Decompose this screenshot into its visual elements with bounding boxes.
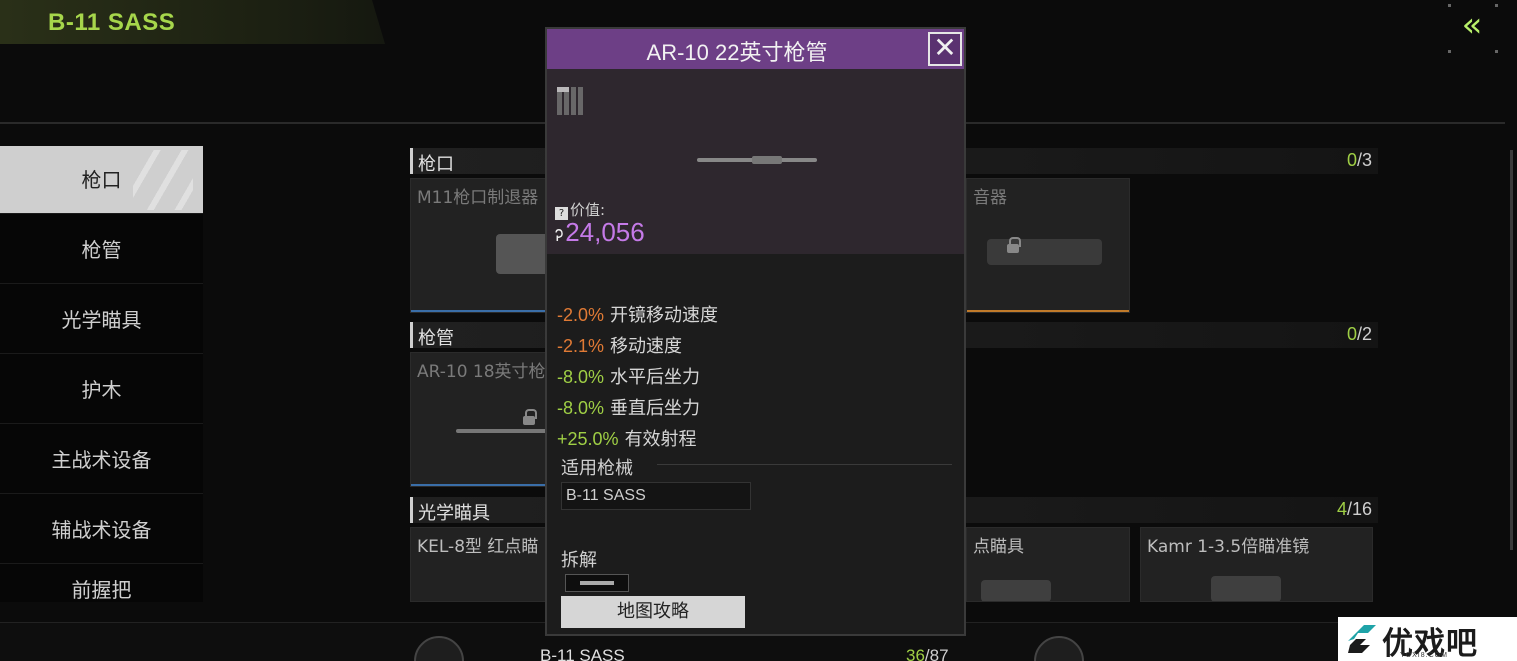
count-current: 0: [1346, 150, 1357, 170]
sidebar-item-label: 枪管: [81, 238, 122, 262]
stat-value: -2.0%: [557, 305, 605, 325]
section-title: 枪口: [418, 154, 454, 175]
stat-row: -2.1% 移动速度: [557, 332, 682, 358]
count-current: 0: [1346, 324, 1357, 344]
currency-icon: Ꭾ: [555, 228, 564, 245]
stat-row: -8.0% 水平后坐力: [557, 363, 700, 389]
rarity-bar: [411, 484, 549, 486]
map-guide-button[interactable]: 地图攻略: [561, 596, 745, 628]
applicable-label: 适用枪械: [561, 458, 633, 479]
section-marker: [410, 497, 413, 523]
scope-image: [1211, 576, 1281, 601]
sidebar-item-handguard[interactable]: 护木: [0, 356, 203, 424]
bottom-count: 36/87: [906, 646, 949, 661]
slot-name: M11枪口制退器: [417, 188, 539, 208]
slot-name: 音器: [973, 188, 1007, 208]
rarity-bar: [967, 310, 1129, 312]
modal-title: AR-10 22英寸枪管: [646, 40, 828, 65]
slot-card[interactable]: M11枪口制退器: [410, 178, 550, 313]
section-count: 0/2: [1347, 324, 1372, 345]
watermark-logo-icon: [1348, 625, 1376, 653]
count-total: /16: [1346, 499, 1372, 519]
slot-card[interactable]: 音器: [966, 178, 1130, 313]
item-detail-modal: AR-10 22英寸枪管 ✕ ? 价值: Ꭾ24,056 -2.0% 开镜移动速度 …: [545, 27, 966, 636]
collapse-button[interactable]: «: [1452, 8, 1492, 46]
stat-row: -8.0% 垂直后坐力: [557, 394, 700, 420]
lock-icon: [1007, 237, 1021, 253]
sidebar-item-label: 前握把: [71, 578, 132, 602]
count-total: /2: [1356, 324, 1372, 344]
slot-card[interactable]: KEL-8型 红点瞄: [410, 527, 550, 602]
section-title: 光学瞄具: [418, 503, 490, 524]
watermark: 优戏吧 YOXI8.COM: [1338, 617, 1517, 661]
applicable-weapon-tag[interactable]: B-11 SASS: [561, 482, 751, 510]
stat-name: 水平后坐力: [610, 367, 701, 388]
section-title: 枪管: [418, 328, 454, 349]
stat-value: -2.1%: [557, 336, 605, 356]
watermark-subtext: YOXI8.COM: [1400, 652, 1448, 659]
corner-dot: [1495, 4, 1498, 7]
stat-value: -8.0%: [557, 367, 605, 387]
page-title: B-11 SASS: [48, 9, 176, 36]
lock-icon: [523, 409, 537, 425]
stat-name: 垂直后坐力: [610, 398, 701, 419]
stat-row: -2.0% 开镜移动速度: [557, 301, 718, 327]
stat-name: 有效射程: [624, 429, 697, 450]
sidebar: 枪口 枪管 光学瞄具 护木 主战术设备 辅战术设备 前握把: [0, 146, 203, 602]
close-button[interactable]: ✕: [928, 32, 962, 66]
stat-row: +25.0% 有效射程: [557, 425, 697, 451]
barrel-image: [456, 429, 549, 433]
sidebar-item-aux-tactical[interactable]: 辅战术设备: [0, 496, 203, 564]
price-value: Ꭾ24,056: [555, 217, 645, 248]
stat-value: +25.0%: [557, 429, 619, 449]
count-current: 36: [906, 646, 925, 661]
section-marker: [410, 148, 413, 174]
sidebar-item-label: 主战术设备: [51, 448, 152, 472]
sidebar-item-label: 光学瞄具: [61, 308, 142, 332]
slot-name: 点瞄具: [973, 537, 1024, 557]
stat-name: 移动速度: [610, 336, 683, 357]
section-count: 0/3: [1347, 150, 1372, 171]
price-amount: 24,056: [565, 217, 645, 247]
sidebar-item-label: 辅战术设备: [51, 518, 152, 542]
slot-name: AR-10 18英寸枪: [417, 362, 546, 382]
suppressor-image: [987, 239, 1102, 265]
sight-image: [981, 580, 1051, 601]
slot-card[interactable]: Kamr 1-3.5倍瞄准镜: [1140, 527, 1373, 602]
sidebar-item-muzzle[interactable]: 枪口: [0, 146, 203, 214]
slot-name: Kamr 1-3.5倍瞄准镜: [1147, 537, 1310, 557]
stat-name: 开镜移动速度: [610, 305, 719, 326]
sidebar-item-label: 护木: [81, 378, 122, 402]
count-current: 4: [1336, 499, 1347, 519]
section-count: 4/16: [1337, 499, 1372, 520]
sidebar-item-foregrip[interactable]: 前握把: [0, 566, 203, 602]
divider: [657, 464, 952, 465]
slot-name: KEL-8型 红点瞄: [417, 537, 539, 557]
sidebar-item-label: 枪口: [81, 168, 122, 192]
corner-dot: [1448, 50, 1451, 53]
stat-value: -8.0%: [557, 398, 605, 418]
scrollbar[interactable]: [1510, 150, 1513, 550]
sidebar-item-main-tactical[interactable]: 主战术设备: [0, 426, 203, 494]
count-total: /3: [1356, 150, 1372, 170]
disassemble-item[interactable]: [565, 574, 629, 592]
sidebar-item-optics[interactable]: 光学瞄具: [0, 286, 203, 354]
slot-card[interactable]: AR-10 18英寸枪: [410, 352, 550, 487]
item-image: [697, 156, 817, 164]
corner-dot: [1495, 50, 1498, 53]
corner-dot: [1448, 4, 1451, 7]
slot-card[interactable]: 点瞄具: [966, 527, 1130, 602]
section-marker: [410, 322, 413, 348]
rarity-bar: [411, 310, 549, 312]
muzzle-brake-image: [496, 234, 549, 274]
sidebar-item-barrel[interactable]: 枪管: [0, 216, 203, 284]
modal-header: AR-10 22英寸枪管 ✕: [547, 29, 964, 69]
disassemble-label: 拆解: [561, 550, 597, 571]
count-total: /87: [924, 646, 949, 661]
grid-size-icon: [557, 87, 585, 115]
bottom-weapon-name: B-11 SASS: [540, 646, 625, 661]
